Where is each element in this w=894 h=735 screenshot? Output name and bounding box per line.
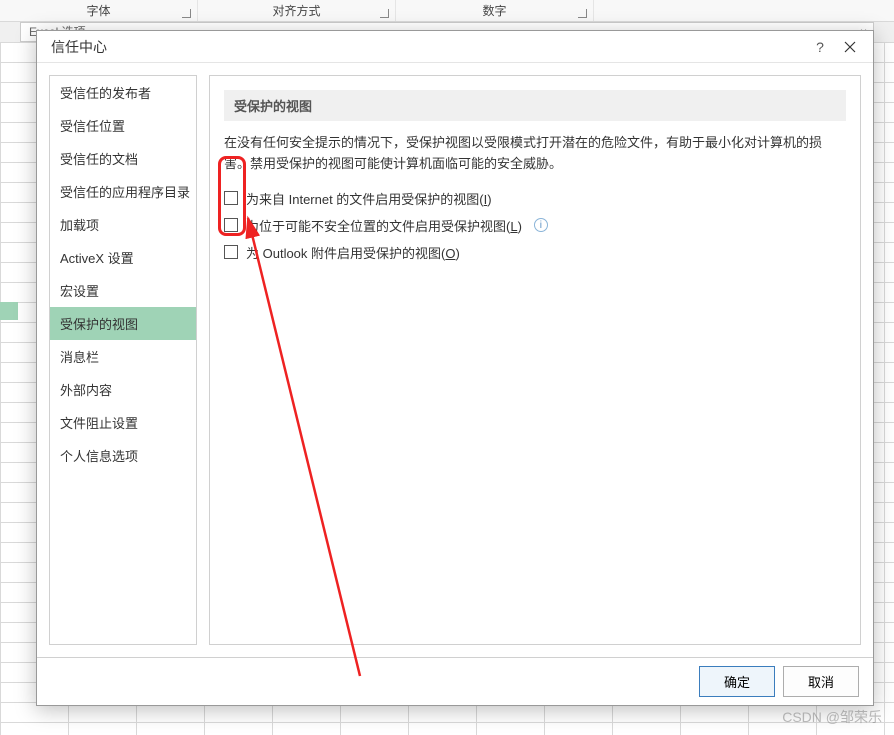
section-description: 在没有任何安全提示的情况下，受保护视图以受限模式打开潜在的危险文件，有助于最小化… — [224, 133, 846, 175]
ribbon-group-number[interactable]: 数字 — [396, 0, 594, 21]
close-icon — [844, 41, 856, 53]
protected-view-option[interactable]: 为位于可能不安全位置的文件启用受保护视图(L) i — [224, 212, 846, 239]
option-label: 为位于可能不安全位置的文件启用受保护视图(L) — [246, 216, 522, 235]
content-pane: 受保护的视图 在没有任何安全提示的情况下，受保护视图以受限模式打开潜在的危险文件… — [209, 75, 861, 645]
watermark: CSDN @邹荣乐 — [782, 707, 882, 727]
trust-center-dialog: 信任中心 ? 受信任的发布者受信任位置受信任的文档受信任的应用程序目录加载项Ac… — [36, 30, 874, 706]
ribbon-group-align[interactable]: 对齐方式 — [198, 0, 396, 21]
sidebar-item[interactable]: ActiveX 设置 — [50, 241, 196, 274]
checkbox[interactable] — [224, 191, 238, 205]
dialog-title: 信任中心 — [51, 37, 107, 57]
ribbon-label: 数字 — [482, 4, 506, 18]
option-label: 为来自 Internet 的文件启用受保护的视图(I) — [246, 189, 492, 208]
sidebar-item[interactable]: 消息栏 — [50, 340, 196, 373]
checkbox[interactable] — [224, 218, 238, 232]
dialog-titlebar: 信任中心 ? — [37, 31, 873, 63]
dialog-footer: 确定 取消 — [37, 657, 873, 705]
ok-button[interactable]: 确定 — [699, 666, 775, 697]
sidebar-item[interactable]: 受信任位置 — [50, 109, 196, 142]
cancel-button[interactable]: 取消 — [783, 666, 859, 697]
ribbon-label: 对齐方式 — [272, 4, 320, 18]
sidebar-item[interactable]: 受信任的应用程序目录 — [50, 175, 196, 208]
protected-view-option[interactable]: 为 Outlook 附件启用受保护的视图(O) — [224, 239, 846, 266]
ribbon-group-font[interactable]: 字体 — [0, 0, 198, 21]
info-icon[interactable]: i — [534, 218, 548, 232]
sidebar-item[interactable]: 宏设置 — [50, 274, 196, 307]
sidebar: 受信任的发布者受信任位置受信任的文档受信任的应用程序目录加载项ActiveX 设… — [49, 75, 197, 645]
help-button[interactable]: ? — [805, 33, 835, 61]
sidebar-item[interactable]: 受信任的发布者 — [50, 76, 196, 109]
sidebar-item[interactable]: 个人信息选项 — [50, 439, 196, 472]
close-button[interactable] — [835, 33, 865, 61]
sidebar-item[interactable]: 受保护的视图 — [50, 307, 196, 340]
sidebar-item[interactable]: 受信任的文档 — [50, 142, 196, 175]
option-label: 为 Outlook 附件启用受保护的视图(O) — [246, 243, 460, 262]
sidebar-item[interactable]: 文件阻止设置 — [50, 406, 196, 439]
ribbon-label: 字体 — [86, 4, 110, 18]
checkbox[interactable] — [224, 245, 238, 259]
sidebar-item[interactable]: 加载项 — [50, 208, 196, 241]
annotation-arrow — [230, 206, 410, 686]
protected-view-option[interactable]: 为来自 Internet 的文件启用受保护的视图(I) — [224, 185, 846, 212]
section-header: 受保护的视图 — [224, 90, 846, 121]
cell-highlight — [0, 302, 18, 320]
sidebar-item[interactable]: 外部内容 — [50, 373, 196, 406]
